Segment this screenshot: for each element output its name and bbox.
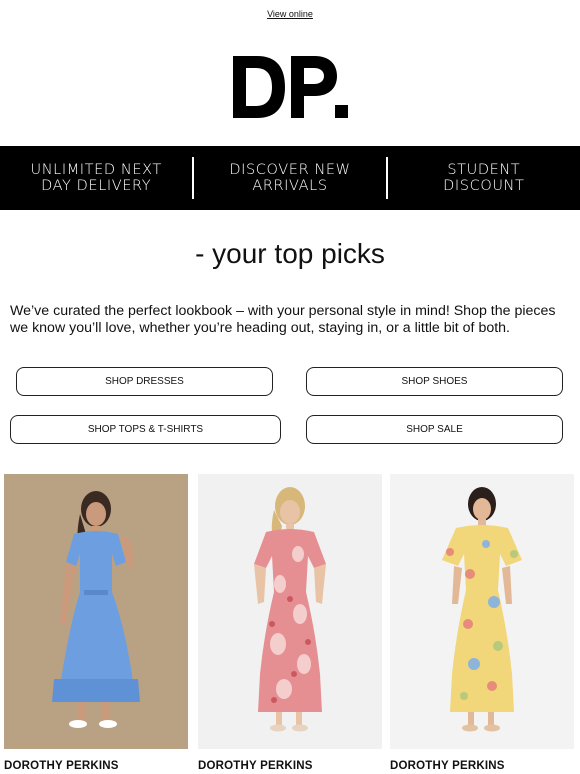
shop-shoes-button[interactable]: SHOP SHOES bbox=[306, 367, 563, 396]
page-headline: - your top picks bbox=[195, 238, 385, 269]
usp-next-day-delivery[interactable]: UNLIMITED NEXT DAY DELIVERY bbox=[0, 162, 192, 194]
product-photo-blue-dress bbox=[4, 474, 188, 749]
shop-dresses-button[interactable]: SHOP DRESSES bbox=[16, 367, 273, 396]
usp-bar: UNLIMITED NEXT DAY DELIVERY DISCOVER NEW… bbox=[0, 146, 580, 210]
product-card[interactable]: DOROTHY PERKINS bbox=[4, 474, 188, 772]
dp-logo-mark bbox=[233, 56, 348, 118]
product-photo-pink-dress bbox=[198, 474, 382, 749]
product-photo-yellow-dress bbox=[390, 474, 574, 749]
product-card[interactable]: DOROTHY PERKINS bbox=[198, 474, 382, 772]
usp-student-discount[interactable]: STUDENT DISCOUNT bbox=[388, 162, 580, 194]
view-online-link[interactable]: View online bbox=[267, 9, 313, 19]
view-online: View online bbox=[0, 9, 580, 19]
product-brand[interactable]: DOROTHY PERKINS bbox=[4, 760, 188, 772]
shop-sale-button[interactable]: SHOP SALE bbox=[306, 415, 563, 444]
intro-text: We’ve curated the perfect lookbook – wit… bbox=[10, 303, 556, 336]
product-image[interactable] bbox=[198, 474, 382, 749]
dp-logo[interactable] bbox=[0, 52, 580, 122]
product-brand[interactable]: DOROTHY PERKINS bbox=[390, 760, 574, 772]
product-card[interactable]: DOROTHY PERKINS bbox=[390, 474, 574, 772]
shop-tops-button[interactable]: SHOP TOPS & T-SHIRTS bbox=[10, 415, 281, 444]
usp-new-arrivals[interactable]: DISCOVER NEW ARRIVALS bbox=[194, 162, 386, 194]
product-image[interactable] bbox=[4, 474, 188, 749]
product-image[interactable] bbox=[390, 474, 574, 749]
product-brand[interactable]: DOROTHY PERKINS bbox=[198, 760, 382, 772]
